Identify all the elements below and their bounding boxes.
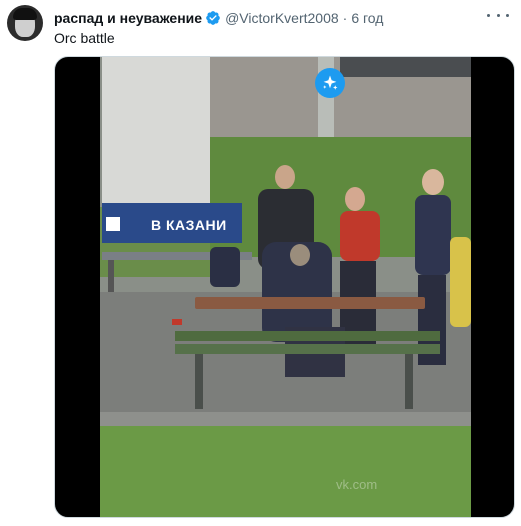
sign-text: В КАЗАНИ xyxy=(151,217,227,233)
timestamp[interactable]: 6 год xyxy=(351,9,383,27)
avatar[interactable] xyxy=(7,5,43,41)
more-options-icon xyxy=(496,13,500,17)
video-scene xyxy=(100,57,471,517)
sparkle-icon[interactable] xyxy=(315,68,345,98)
tweet-text: Orc battle xyxy=(54,30,115,46)
author-name[interactable]: распад и неуважение xyxy=(54,9,202,27)
video-watermark: vk.com xyxy=(336,477,378,492)
author-handle[interactable]: @VictorKvert2008 xyxy=(225,9,339,27)
video-player[interactable]: В КАЗАНИ vk.com xyxy=(54,56,515,518)
sparkle-glyph-icon xyxy=(323,75,338,90)
more-options-icon xyxy=(506,13,509,17)
more-options-icon xyxy=(487,13,490,17)
avatar-hair xyxy=(13,8,37,20)
more-options-button[interactable] xyxy=(487,6,509,24)
tweet-header: распад и неуважение @VictorKvert2008 · 6… xyxy=(54,9,383,27)
verified-badge-icon xyxy=(206,11,220,25)
tweet[interactable]: распад и неуважение @VictorKvert2008 · 6… xyxy=(0,0,521,526)
separator-dot: · xyxy=(342,10,348,26)
video-frame[interactable]: В КАЗАНИ vk.com xyxy=(100,57,471,517)
